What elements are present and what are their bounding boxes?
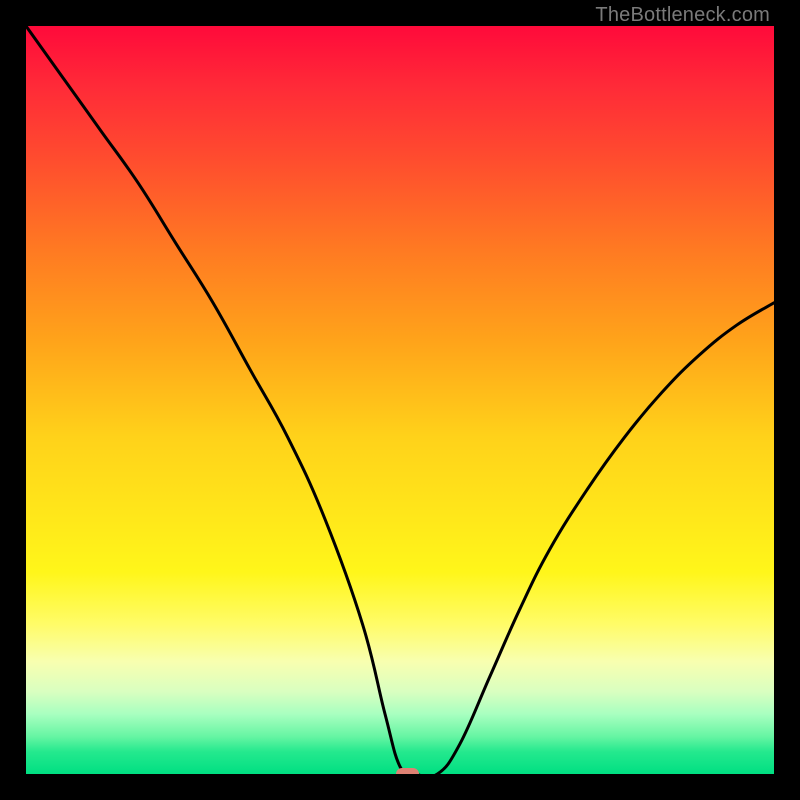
bottleneck-curve	[26, 26, 774, 774]
curve-svg	[26, 26, 774, 774]
bottleneck-chart: TheBottleneck.com	[0, 0, 800, 800]
attribution-label: TheBottleneck.com	[595, 4, 770, 27]
plot-area	[26, 26, 774, 774]
optimal-marker	[396, 768, 420, 774]
